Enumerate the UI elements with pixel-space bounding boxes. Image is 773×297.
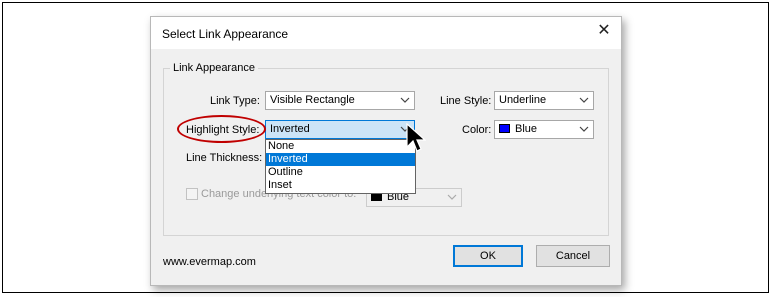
link-type-value: Visible Rectangle (270, 94, 355, 106)
color-value-wrap: Blue (499, 123, 537, 135)
chevron-down-icon (579, 126, 589, 132)
ok-button[interactable]: OK (453, 245, 523, 267)
link-type-label: Link Type: (210, 95, 260, 107)
color-label: Color: (462, 124, 492, 136)
cancel-button[interactable]: Cancel (536, 245, 610, 267)
highlight-style-value: Inverted (270, 123, 310, 135)
line-thickness-label: Line Thickness: (186, 152, 263, 164)
change-text-color-checkbox[interactable] (186, 188, 198, 200)
highlight-annotation-circle (177, 115, 266, 143)
website-link[interactable]: www.evermap.com (163, 256, 256, 268)
highlight-style-select[interactable]: Inverted (265, 120, 415, 139)
dialog-title: Select Link Appearance (162, 27, 289, 41)
line-style-select[interactable]: Underline (494, 91, 594, 110)
dropdown-option-outline[interactable]: Outline (266, 166, 415, 179)
chevron-down-icon (579, 97, 589, 103)
dropdown-option-none[interactable]: None (266, 140, 415, 153)
dropdown-option-inset[interactable]: Inset (266, 179, 415, 192)
line-style-label: Line Style: (440, 95, 492, 107)
group-label: Link Appearance (170, 62, 258, 74)
highlight-style-dropdown: None Inverted Outline Inset (265, 139, 416, 194)
arrow-cursor-icon (406, 123, 426, 152)
color-select[interactable]: Blue (494, 120, 594, 139)
line-style-value: Underline (499, 94, 547, 106)
color-swatch (499, 124, 510, 133)
link-type-select[interactable]: Visible Rectangle (265, 91, 415, 110)
title-bar: Select Link Appearance ✕ (151, 17, 621, 49)
chevron-down-icon (447, 194, 457, 200)
chevron-down-icon (400, 97, 410, 103)
dropdown-option-inverted[interactable]: Inverted (266, 153, 415, 166)
color-value: Blue (515, 123, 538, 135)
close-icon[interactable]: ✕ (596, 23, 612, 39)
